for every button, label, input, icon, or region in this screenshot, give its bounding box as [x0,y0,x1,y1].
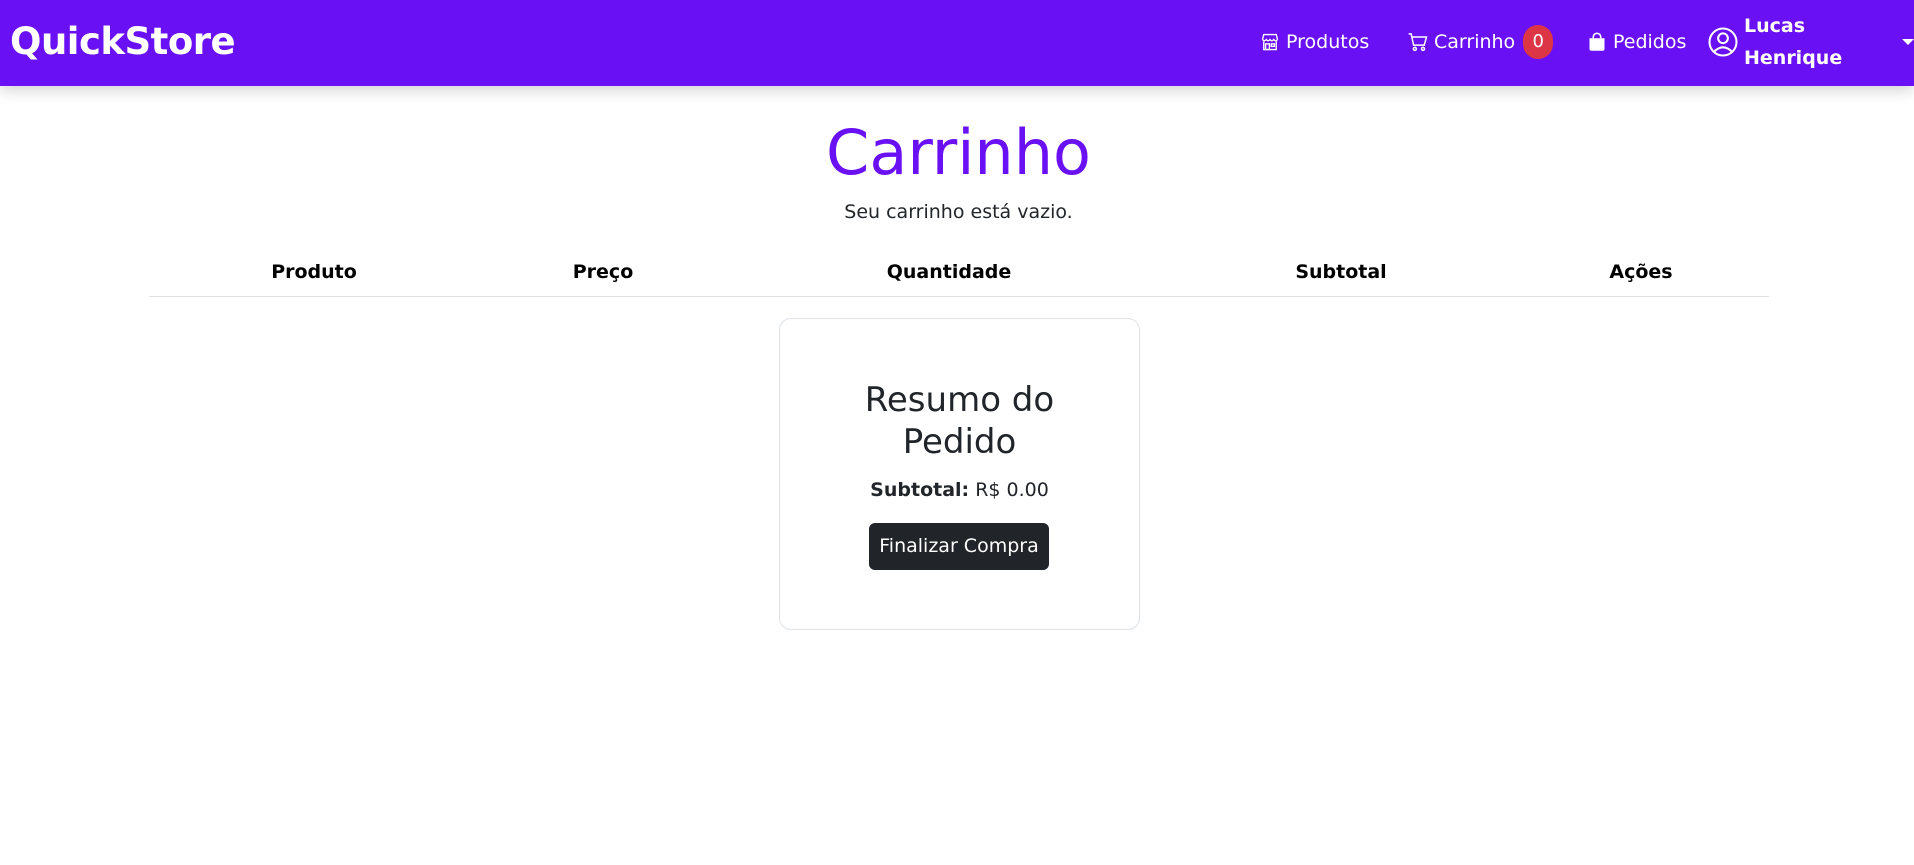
nav-carrinho[interactable]: Carrinho 0 [1408,25,1554,59]
nav-pedidos[interactable]: Pedidos [1587,26,1686,58]
top-navbar: QuickStore Produtos Carrinho 0 Pedidos L… [0,0,1914,86]
cart-count-badge: 0 [1523,25,1554,59]
order-summary-card: Resumo do Pedido Subtotal: R$ 0.00 Finali… [779,318,1140,630]
column-header-preco: Preço [572,261,634,283]
summary-subtotal: Subtotal: R$ 0.00 [780,476,1139,504]
nav-produtos-label: Produtos [1286,31,1370,53]
nav-carrinho-label: Carrinho [1434,31,1516,53]
user-name: Lucas Henrique [1744,15,1843,69]
column-header-acoes: Ações [1609,261,1673,283]
subtotal-value: R$ 0.00 [975,479,1049,501]
column-header-produto: Produto [271,261,357,283]
chevron-down-icon [1902,39,1914,45]
nav-produtos[interactable]: Produtos [1260,26,1369,58]
empty-cart-message: Seu carrinho está vazio. [844,201,1073,223]
user-menu-dropdown[interactable]: Lucas Henrique [1708,15,1914,69]
shop-icon [1260,32,1280,52]
brand-logo[interactable]: QuickStore [10,20,236,64]
cart-icon [1408,32,1428,52]
column-header-subtotal: Subtotal [1295,261,1387,283]
column-header-quantidade: Quantidade [886,261,1012,283]
user-circle-icon [1708,27,1738,57]
summary-title: Resumo do Pedido [864,380,1055,462]
cart-table: Produto Preço Quantidade Subtotal Ações [149,255,1769,297]
bag-icon [1587,32,1607,52]
page-title: Carrinho [826,116,1091,189]
nav-pedidos-label: Pedidos [1613,31,1687,53]
checkout-button[interactable]: Finalizar Compra [869,523,1049,570]
subtotal-label: Subtotal: [870,479,970,501]
